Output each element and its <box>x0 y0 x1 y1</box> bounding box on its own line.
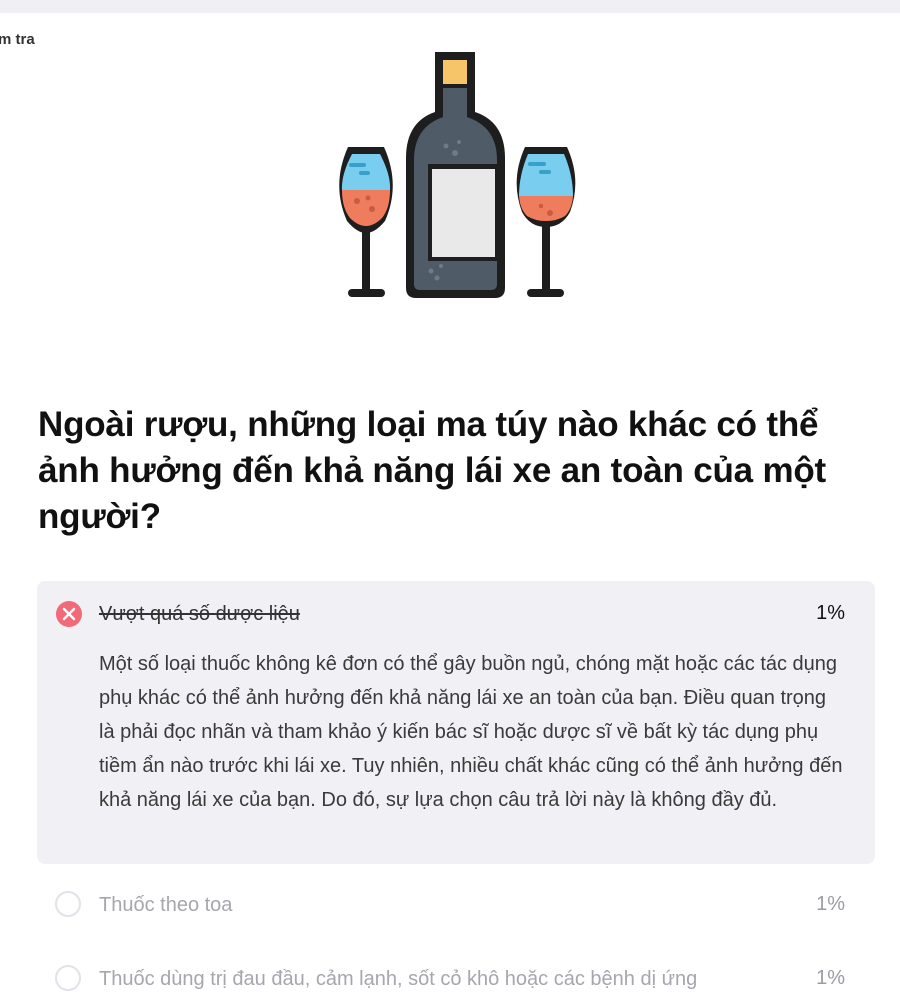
selected-answer-card[interactable]: Vượt quá số dược liệu 1% Một số loại thu… <box>37 581 875 864</box>
answer-option[interactable]: Thuốc theo toa 1% <box>37 881 875 931</box>
answer-label: Thuốc theo toa <box>99 894 233 916</box>
wrong-answer-icon <box>56 601 82 627</box>
top-strip <box>0 0 900 13</box>
breadcrumb[interactable]: m tra <box>0 31 35 48</box>
radio-circle[interactable] <box>55 891 81 917</box>
answer-percent: 1% <box>816 967 845 989</box>
answer-percent: 1% <box>816 602 845 624</box>
answer-label: Vượt quá số dược liệu <box>99 603 300 625</box>
answer-explanation: Một số loại thuốc không kê đơn có thể gâ… <box>99 653 843 811</box>
radio-circle[interactable] <box>55 965 81 991</box>
answer-percent: 1% <box>816 893 845 915</box>
wine-bottle-and-glasses-icon <box>339 52 576 298</box>
answer-option[interactable]: Thuốc dùng trị đau đầu, cảm lạnh, sốt cỏ… <box>37 955 875 1005</box>
question-title: Ngoài rượu, những loại ma túy nào khác c… <box>38 405 827 536</box>
